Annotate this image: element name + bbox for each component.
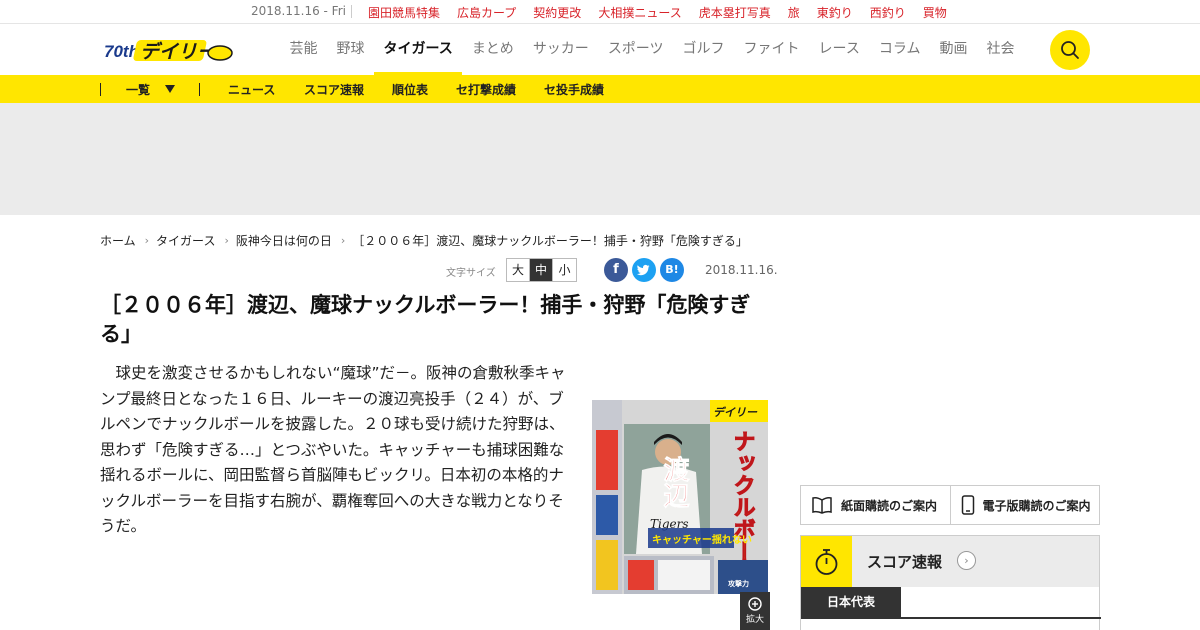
nav-item-column[interactable]: コラム bbox=[869, 25, 930, 75]
nav-item-matome[interactable]: まとめ bbox=[462, 25, 523, 75]
score-widget-header: スコア速報 › bbox=[801, 536, 1099, 587]
search-icon bbox=[1061, 41, 1079, 59]
font-size-large[interactable]: 大 bbox=[507, 259, 530, 281]
site-header: 70th デイリー 芸能 野球 タイガース まとめ サッカー スポーツ ゴルフ … bbox=[0, 25, 1200, 75]
global-nav: 芸能 野球 タイガース まとめ サッカー スポーツ ゴルフ ファイト レース コ… bbox=[280, 25, 1024, 75]
book-icon bbox=[812, 497, 832, 514]
subnav-standings[interactable]: 順位表 bbox=[392, 81, 428, 98]
topic-link[interactable]: 東釣り bbox=[817, 4, 853, 21]
zoom-label: 拡大 bbox=[745, 615, 764, 625]
twitter-share-icon[interactable] bbox=[632, 258, 656, 282]
hatena-bookmark-icon[interactable]: B! bbox=[660, 258, 684, 282]
paper-subscription-button[interactable]: 紙面購読のご案内 bbox=[801, 486, 951, 524]
subnav-pitching[interactable]: セ投手成績 bbox=[544, 81, 604, 98]
nav-item-race[interactable]: レース bbox=[809, 25, 869, 75]
topic-link[interactable]: 広島カープ bbox=[457, 4, 516, 21]
article-headline: ［２００６年］渡辺、魔球ナックルボーラー！捕手・狩野「危険すぎる」 bbox=[100, 293, 751, 346]
zoom-button[interactable]: 拡大 bbox=[740, 592, 770, 630]
breadcrumb-today[interactable]: 阪神今日は何の日 bbox=[236, 232, 332, 249]
nav-item-baseball[interactable]: 野球 bbox=[327, 25, 374, 75]
breadcrumb-current: ［２００６年］渡辺、魔球ナックルボーラー！捕手・狩野「危険すぎる」 bbox=[352, 234, 748, 248]
topic-link[interactable]: 西釣り bbox=[870, 4, 906, 21]
topic-link[interactable]: 虎本塁打写真 bbox=[699, 4, 771, 21]
nav-item-video[interactable]: 動画 bbox=[930, 25, 977, 75]
nav-item-soccer[interactable]: サッカー bbox=[523, 25, 598, 75]
font-size-small[interactable]: 小 bbox=[553, 259, 576, 281]
breadcrumb-tigers[interactable]: タイガース bbox=[156, 232, 215, 249]
facebook-share-icon[interactable]: f bbox=[604, 258, 628, 282]
font-size-medium[interactable]: 中 bbox=[530, 259, 553, 281]
nav-item-society[interactable]: 社会 bbox=[977, 25, 1024, 75]
chevron-right-icon: › bbox=[144, 234, 150, 247]
ad-banner bbox=[0, 103, 1200, 215]
divider bbox=[100, 83, 101, 96]
nav-item-tigers[interactable]: タイガース bbox=[374, 25, 463, 75]
nav-item-fight[interactable]: ファイト bbox=[734, 25, 809, 75]
digital-subscription-button[interactable]: 電子版購読のご案内 bbox=[951, 486, 1100, 524]
search-button[interactable] bbox=[1050, 30, 1090, 70]
article-body: 球史を激変させるかもしれない“魔球”だ－。阪神の倉敷秋季キャンプ最終日となった１… bbox=[100, 364, 566, 535]
list-dropdown[interactable]: 一覧 bbox=[126, 81, 150, 98]
smartphone-icon bbox=[961, 495, 974, 515]
font-size-label: 文字サイズ bbox=[446, 268, 496, 279]
photo-corner-text: 攻撃力 bbox=[728, 579, 749, 588]
current-date: 2018.11.16 - Fri bbox=[251, 4, 346, 18]
chevron-right-icon: › bbox=[340, 234, 346, 247]
top-strip: 2018.11.16 - Fri 園田競馬特集 広島カープ 契約更改 大相撲ニュ… bbox=[0, 0, 1200, 24]
photo-masthead-text: デイリー bbox=[713, 406, 758, 419]
photo-big-name: 渡辺 bbox=[659, 455, 689, 508]
breadcrumb: ホーム › タイガース › 阪神今日は何の日 › ［２００６年］渡辺、魔球ナック… bbox=[100, 232, 748, 249]
topic-link[interactable]: 大相撲ニュース bbox=[598, 4, 681, 21]
subnav-score[interactable]: スコア速報 bbox=[304, 81, 364, 98]
digital-subscription-label: 電子版購読のご案内 bbox=[982, 498, 1091, 513]
publish-date: 2018.11.16. bbox=[705, 263, 778, 277]
score-widget-title[interactable]: スコア速報 bbox=[867, 551, 942, 572]
paper-subscription-label: 紙面購読のご案内 bbox=[841, 498, 938, 513]
subscription-links: 紙面購読のご案内 電子版購読のご案内 bbox=[800, 485, 1100, 525]
divider bbox=[199, 83, 200, 96]
topic-link[interactable]: 旅 bbox=[788, 4, 800, 21]
chevron-right-icon: › bbox=[224, 234, 229, 247]
nav-item-golf[interactable]: ゴルフ bbox=[673, 25, 734, 75]
zoom-in-icon bbox=[748, 597, 762, 611]
subnav-news[interactable]: ニュース bbox=[228, 81, 275, 98]
breadcrumb-home[interactable]: ホーム bbox=[100, 232, 136, 249]
topic-link[interactable]: 買物 bbox=[923, 4, 947, 21]
nav-item-sports[interactable]: スポーツ bbox=[598, 25, 673, 75]
topic-link[interactable]: 契約更改 bbox=[533, 4, 581, 21]
logo-text: デイリー bbox=[140, 41, 217, 63]
chevron-right-icon[interactable]: › bbox=[957, 551, 976, 570]
tigers-subnav: 一覧 ニュース スコア速報 順位表 セ打撃成績 セ投手成績 bbox=[0, 75, 1200, 103]
font-size-selector: 大 中 小 bbox=[506, 258, 577, 282]
stopwatch-icon bbox=[801, 536, 852, 587]
subnav-batting[interactable]: セ打撃成績 bbox=[456, 81, 516, 98]
nav-item-entertainment[interactable]: 芸能 bbox=[280, 25, 327, 75]
site-logo[interactable]: 70th デイリー bbox=[104, 36, 234, 64]
photo-caption-text: キャッチャー揺れない bbox=[652, 533, 752, 546]
newspaper-front-page-image[interactable]: デイリー Tigers 渡辺 ナックルボーラー キャッチャー揺れない 攻撃力 bbox=[592, 400, 768, 594]
dropdown-arrow-icon[interactable] bbox=[165, 85, 175, 93]
score-widget: スコア速報 › 日本代表 bbox=[800, 535, 1101, 630]
topic-links: 園田競馬特集 広島カープ 契約更改 大相撲ニュース 虎本塁打写真 旅 東釣り 西… bbox=[368, 4, 964, 21]
divider bbox=[351, 5, 352, 18]
tab-japan-national-team[interactable]: 日本代表 bbox=[801, 587, 901, 617]
topic-link[interactable]: 園田競馬特集 bbox=[368, 4, 440, 21]
divider bbox=[801, 617, 1101, 619]
